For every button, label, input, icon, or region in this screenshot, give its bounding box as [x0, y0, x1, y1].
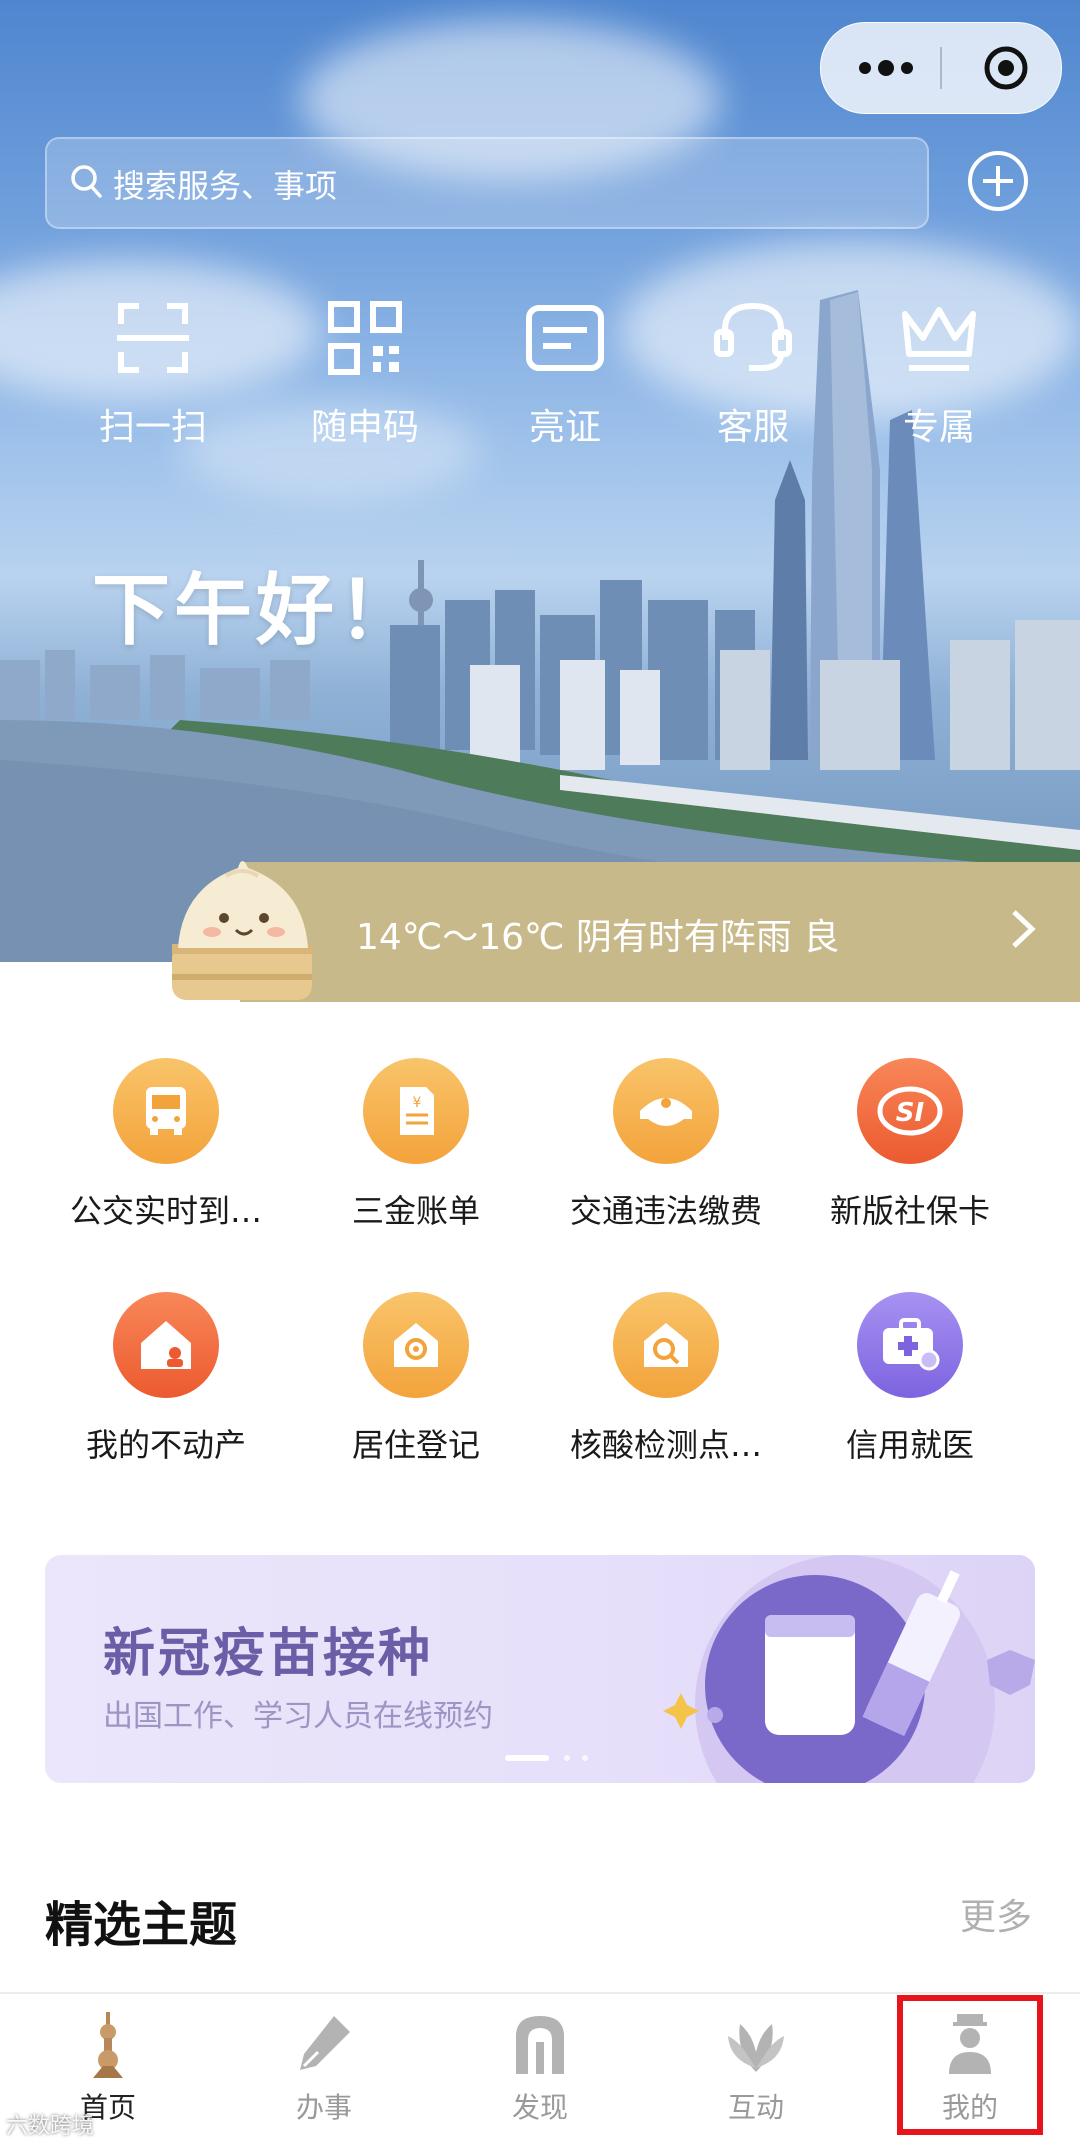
svg-text:SI: SI	[896, 1098, 925, 1128]
quick-action-label: 专属	[902, 407, 975, 448]
test-site-icon	[644, 1323, 688, 1367]
service-label: 居住登记	[351, 1426, 480, 1464]
service-label: 三金账单	[351, 1192, 480, 1230]
tab-label: 发现	[511, 2091, 568, 2124]
chevron-right-icon	[1012, 910, 1036, 948]
tower-icon	[93, 2012, 123, 2078]
service-label: 信用就医	[845, 1426, 974, 1464]
crown-icon	[902, 307, 976, 371]
greeting-text: 下午好！	[92, 566, 421, 656]
service-icon-circle: SI	[857, 1058, 963, 1164]
service-label: 公交实时到…	[69, 1192, 262, 1230]
vaccine-promo-banner[interactable]: 新冠疫苗接种 出国工作、学习人员在线预约	[45, 1555, 1035, 1783]
quick-action-customer-service[interactable]: 客服	[678, 300, 828, 450]
weather-bar[interactable]: 14℃～16℃ 阴有时有阵雨 良	[240, 862, 1080, 1002]
carousel-indicator	[505, 1755, 588, 1761]
service-icon-circle	[613, 1292, 719, 1398]
service-icon-circle	[857, 1292, 963, 1398]
hero-banner: 搜索服务、事项 扫一扫 随申码 亮证 客服 专属 下午好！	[0, 0, 1080, 962]
svg-text:¥: ¥	[413, 1095, 422, 1111]
quick-action-qrcode[interactable]: 随申码	[290, 300, 440, 450]
service-icon-circle	[363, 1292, 469, 1398]
promo-subtitle: 出国工作、学习人员在线预约	[103, 1699, 493, 1734]
search-input[interactable]: 搜索服务、事项	[45, 137, 929, 229]
qrcode-icon	[328, 301, 402, 375]
promo-title: 新冠疫苗接种	[103, 1624, 434, 1684]
quick-action-label: 亮证	[528, 407, 601, 448]
magnolia-icon	[728, 2024, 784, 2072]
tab-label: 办事	[295, 2091, 352, 2124]
quick-action-label: 随申码	[310, 407, 419, 448]
section-title: 精选主题	[45, 1897, 238, 1953]
service-bus-arrival[interactable]: 公交实时到…	[46, 1058, 286, 1232]
weather-text: 14℃～16℃ 阴有时有阵雨 良	[356, 917, 840, 958]
more-icon[interactable]	[851, 45, 921, 91]
police-cap-icon	[640, 1098, 692, 1126]
id-card-icon	[526, 305, 604, 371]
capsule-divider	[940, 47, 942, 89]
tab-services[interactable]: 办事	[244, 2012, 404, 2126]
dumpling-mascot-icon	[172, 861, 312, 1000]
quick-action-label: 客服	[716, 407, 789, 448]
watermark-text: 六数跨境	[6, 2114, 95, 2139]
quick-action-label: 扫一扫	[98, 407, 207, 448]
service-icon-circle: ¥	[363, 1058, 469, 1164]
headset-icon	[714, 302, 792, 371]
bill-icon: ¥	[400, 1087, 434, 1135]
service-icon-circle	[613, 1058, 719, 1164]
tab-interact[interactable]: 互动	[676, 2012, 836, 2126]
service-label: 我的不动产	[85, 1426, 246, 1464]
arch-icon	[516, 2016, 564, 2074]
service-label: 交通违法缴费	[569, 1192, 762, 1230]
add-plus-icon[interactable]	[967, 150, 1029, 212]
service-icon-circle	[113, 1058, 219, 1164]
tab-label: 互动	[727, 2091, 784, 2124]
house-icon	[141, 1321, 191, 1369]
service-traffic-fine[interactable]: 交通违法缴费	[546, 1058, 786, 1232]
quick-action-exclusive[interactable]: 专属	[864, 300, 1014, 450]
service-icon-circle	[113, 1292, 219, 1398]
service-label: 新版社保卡	[829, 1192, 990, 1230]
search-placeholder: 搜索服务、事项	[113, 167, 338, 205]
search-icon	[71, 165, 102, 198]
section-more-link[interactable]: 更多	[960, 1888, 1032, 1940]
service-credit-medical[interactable]: 信用就医	[790, 1292, 1030, 1466]
service-social-security-card[interactable]: SI 新版社保卡	[790, 1058, 1030, 1232]
service-my-property[interactable]: 我的不动产	[46, 1292, 286, 1466]
miniprogram-capsule	[820, 22, 1062, 114]
service-residence-registration[interactable]: 居住登记	[296, 1292, 536, 1466]
service-three-funds-bill[interactable]: ¥ 三金账单	[296, 1058, 536, 1232]
social-security-icon: SI	[877, 1086, 943, 1136]
service-label: 核酸检测点…	[569, 1426, 762, 1464]
tab-discover[interactable]: 发现	[460, 2012, 620, 2126]
close-miniprogram-icon[interactable]	[971, 45, 1041, 91]
pen-icon	[300, 2016, 350, 2070]
quick-action-scan[interactable]: 扫一扫	[78, 300, 228, 450]
bus-icon	[146, 1087, 186, 1135]
home-register-icon	[394, 1323, 438, 1367]
medical-kit-icon	[883, 1318, 940, 1371]
tab-mine-highlight-box	[897, 1995, 1043, 2135]
scan-icon	[117, 303, 189, 373]
service-nucleic-test-site[interactable]: 核酸检测点…	[546, 1292, 786, 1466]
vaccine-illustration	[663, 1555, 1035, 1783]
quick-action-show-id[interactable]: 亮证	[490, 300, 640, 450]
